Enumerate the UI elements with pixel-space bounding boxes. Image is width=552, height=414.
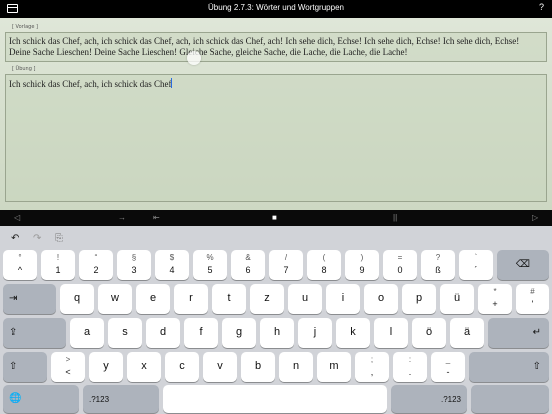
key-6[interactable]: & 6: [231, 250, 265, 280]
player-toolbar: ◁ → ⇤ ■ || ▷: [0, 210, 552, 226]
key-m[interactable]: m: [317, 352, 351, 382]
delete-key[interactable]: ⌫: [497, 250, 549, 280]
back-icon[interactable]: ◁: [14, 213, 20, 222]
key-f[interactable]: f: [184, 318, 218, 348]
undo-icon[interactable]: ↶: [11, 233, 19, 244]
shift-left-key[interactable]: ⇧: [3, 352, 47, 382]
key-e[interactable]: e: [136, 284, 170, 314]
key-caret[interactable]: ° ^: [3, 250, 37, 280]
shift-icon: ⇧: [9, 361, 18, 372]
key-ue[interactable]: ü: [440, 284, 474, 314]
help-icon[interactable]: ?: [539, 2, 544, 12]
vorlage-textbox: Ich schick das Chef, ach, ich schick das…: [5, 32, 547, 62]
key-r[interactable]: r: [174, 284, 208, 314]
key-4[interactable]: $4: [155, 250, 189, 280]
key-accent[interactable]: ` ´: [459, 250, 493, 280]
title-bar: Übung 2.7.3: Wörter und Wortgruppen ?: [0, 0, 552, 18]
key-n[interactable]: n: [279, 352, 313, 382]
key-y[interactable]: y: [89, 352, 123, 382]
home-icon[interactable]: ⇤: [153, 213, 160, 222]
key-d[interactable]: d: [146, 318, 180, 348]
key-c[interactable]: c: [165, 352, 199, 382]
space-key[interactable]: [163, 385, 387, 413]
key-2[interactable]: “2: [79, 250, 113, 280]
shift-right-key[interactable]: ⇧: [469, 352, 549, 382]
key-p[interactable]: p: [402, 284, 436, 314]
key-u[interactable]: u: [288, 284, 322, 314]
key-w[interactable]: w: [98, 284, 132, 314]
key-t[interactable]: t: [212, 284, 246, 314]
key-0[interactable]: = 0: [383, 250, 417, 280]
redo-icon[interactable]: ↷: [33, 233, 41, 244]
pause-icon[interactable]: ||: [393, 213, 397, 222]
exercise-panel: [ Vorlage ] Ich schick das Chef, ach, ic…: [0, 18, 552, 210]
key-i[interactable]: i: [326, 284, 360, 314]
uebung-text: Ich schick das Chef, ach, ich schick das…: [9, 79, 172, 89]
key-8[interactable]: (8: [307, 250, 341, 280]
stop-icon[interactable]: ■: [272, 213, 277, 222]
key-v[interactable]: v: [203, 352, 237, 382]
globe-icon: 🌐: [9, 393, 22, 404]
key-a[interactable]: a: [70, 318, 104, 348]
tab-key[interactable]: ⇥: [3, 284, 56, 314]
key-7[interactable]: /7: [269, 250, 303, 280]
vorlage-label: [ Vorlage ]: [12, 24, 38, 30]
key-hash[interactable]: # ': [516, 284, 549, 314]
key-hyphen[interactable]: _ -: [431, 352, 465, 382]
key-q[interactable]: q: [60, 284, 94, 314]
key-b[interactable]: b: [241, 352, 275, 382]
key-ae[interactable]: ä: [450, 318, 484, 348]
keyboard-shortcut-bar: ↶ ↷ ⎘: [0, 229, 552, 249]
caps-lock-icon: ⇪: [9, 327, 18, 338]
uebung-label: [ Übung ]: [12, 66, 36, 72]
numbers-key-left[interactable]: .?123: [83, 385, 159, 413]
key-comma[interactable]: ;,: [355, 352, 389, 382]
tab-icon: ⇥: [9, 293, 18, 304]
key-plus[interactable]: * +: [478, 284, 512, 314]
return-key[interactable]: ↵: [488, 318, 549, 348]
return-icon: ↵: [532, 327, 541, 338]
key-9[interactable]: ) 9: [345, 250, 379, 280]
magnifier-lens: [187, 51, 201, 65]
text-cursor: [171, 78, 173, 88]
caps-lock-key[interactable]: ⇪: [3, 318, 66, 348]
key-eszett[interactable]: ? ß: [421, 250, 455, 280]
key-3[interactable]: § 3: [117, 250, 151, 280]
play-icon[interactable]: ▷: [532, 213, 538, 222]
key-oe[interactable]: ö: [412, 318, 446, 348]
uebung-input[interactable]: Ich schick das Chef, ach, ich schick das…: [5, 74, 547, 202]
key-o[interactable]: o: [364, 284, 398, 314]
key-z[interactable]: z: [250, 284, 284, 314]
forward-arrow-icon[interactable]: →: [118, 213, 126, 222]
key-h[interactable]: h: [260, 318, 294, 348]
key-g[interactable]: g: [222, 318, 256, 348]
paste-icon[interactable]: ⎘: [55, 233, 63, 244]
numbers-key-right[interactable]: .?123: [391, 385, 467, 413]
key-s[interactable]: s: [108, 318, 142, 348]
key-j[interactable]: j: [298, 318, 332, 348]
delete-icon: ⌫: [515, 259, 531, 270]
key-k[interactable]: k: [336, 318, 370, 348]
vorlage-text: Ich schick das Chef, ach, ich schick das…: [9, 36, 520, 57]
key-less-than[interactable]: > <: [51, 352, 85, 382]
globe-key[interactable]: 🌐: [3, 385, 79, 413]
shift-icon: ⇧: [532, 361, 541, 372]
page-title: Übung 2.7.3: Wörter und Wortgruppen: [208, 3, 344, 12]
key-x[interactable]: x: [127, 352, 161, 382]
hide-keyboard-key[interactable]: [471, 385, 549, 413]
key-5[interactable]: % 5: [193, 250, 227, 280]
key-l[interactable]: l: [374, 318, 408, 348]
key-period[interactable]: :.: [393, 352, 427, 382]
key-1[interactable]: ! 1: [41, 250, 75, 280]
